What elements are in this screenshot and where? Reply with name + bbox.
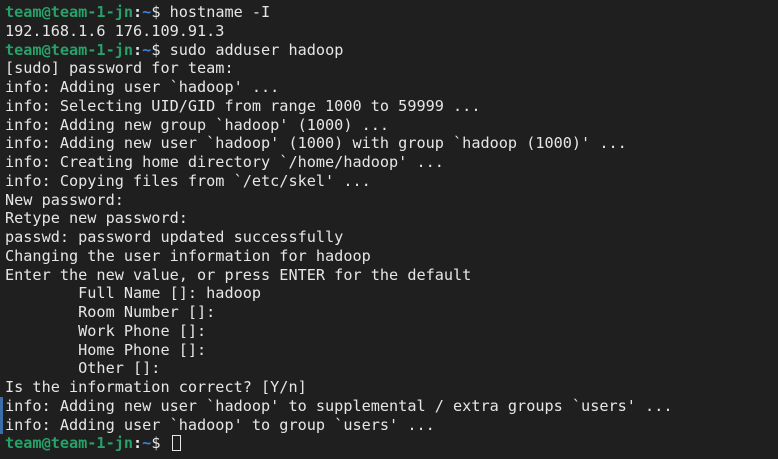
output-line: Enter the new value, or press ENTER for …	[5, 265, 472, 284]
output-line: info: Creating home directory `/home/had…	[5, 153, 444, 171]
output-line: info: Adding user `hadoop' ...	[5, 78, 280, 96]
command-line: team@team-1-jn:~$ hostname -I	[5, 3, 778, 22]
output-line: [sudo] password for team:	[5, 59, 234, 78]
terminal-window[interactable]: team@team-1-jn:~$ hostname -I 192.168.1.6…	[0, 0, 778, 459]
output-line: Home Phone []:	[5, 340, 207, 359]
text-cursor[interactable]	[171, 435, 181, 452]
command-line: team@team-1-jn:~$ sudo adduser hadoop	[5, 41, 778, 60]
command-text: hostname -I	[169, 3, 271, 21]
output-line: Changing the user information for hadoop	[5, 246, 371, 265]
output-line: Full Name []: hadoop	[5, 284, 262, 303]
output-line: info: Adding new user `hadoop' to supple…	[5, 396, 673, 415]
output-line: passwd: password updated successfully	[5, 228, 344, 246]
command-text: sudo adduser hadoop	[169, 40, 344, 59]
prompt-path: ~	[142, 40, 152, 59]
prompt-separator: :	[133, 434, 143, 453]
prompt-user-host: team@team-1-jn	[5, 40, 134, 59]
prompt-user-host: team@team-1-jn	[5, 3, 134, 21]
prompt-user-host: team@team-1-jn	[5, 434, 134, 453]
prompt-sign: $	[151, 40, 170, 59]
prompt-separator: :	[133, 3, 143, 21]
output-line: info: Adding new user `hadoop' (1000) wi…	[5, 134, 627, 153]
output-line: info: Adding new group `hadoop' (1000) .…	[5, 115, 390, 134]
output-line: info: Adding user `hadoop' to group `use…	[5, 415, 435, 434]
output-line: info: Selecting UID/GID from range 1000 …	[5, 96, 481, 115]
output-line: Is the information correct? [Y/n]	[5, 378, 307, 396]
output-line: New password:	[5, 190, 124, 209]
output-line: info: Copying files from `/etc/skel' ...	[5, 171, 371, 190]
output-line: Work Phone []:	[5, 321, 207, 340]
prompt-sign: $	[151, 434, 170, 453]
prompt-path: ~	[142, 3, 152, 21]
output-line: 192.168.1.6 176.109.91.3	[5, 21, 225, 40]
output-line: Retype new password:	[5, 209, 188, 228]
output-line: Other []:	[5, 359, 161, 378]
prompt-sign: $	[151, 3, 170, 21]
prompt-separator: :	[133, 40, 143, 59]
command-line: team@team-1-jn:~$	[5, 434, 778, 453]
prompt-path: ~	[142, 434, 152, 453]
scroll-marker	[0, 396, 3, 435]
output-line: Room Number []:	[5, 303, 216, 321]
